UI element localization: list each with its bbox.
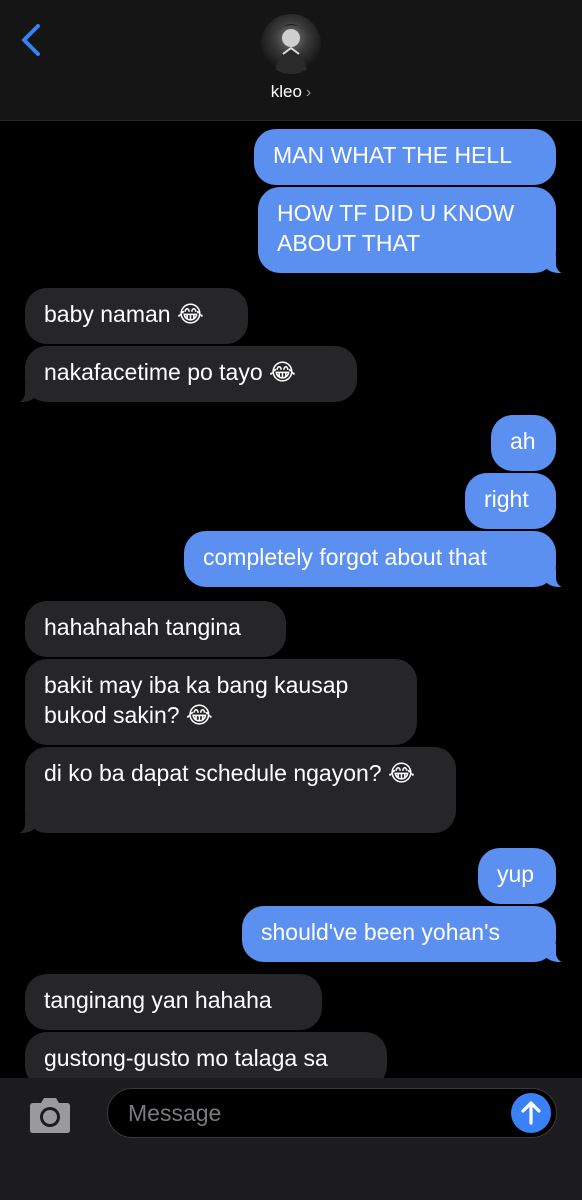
avatar[interactable] — [261, 14, 321, 74]
outgoing-message[interactable]: HOW TF DID U KNOW ABOUT THAT — [258, 187, 570, 274]
camera-icon[interactable] — [26, 1096, 74, 1136]
incoming-message[interactable]: tanginang yan hahaha — [25, 974, 322, 1030]
incoming-message[interactable]: nakafacetime po tayo 😂 — [11, 346, 357, 403]
incoming-message[interactable]: baby naman 😂 — [25, 288, 248, 344]
incoming-message[interactable]: hahahahah tangina — [25, 601, 286, 657]
incoming-message[interactable]: di ko ba dapat schedule ngayon? 😂 — [11, 747, 456, 834]
outgoing-message[interactable]: ah — [491, 415, 556, 471]
incoming-message[interactable]: bakit may iba ka bang kausap bukod sakin… — [25, 659, 417, 745]
send-arrow-icon — [521, 1101, 541, 1125]
outgoing-message[interactable]: MAN WHAT THE HELL — [254, 129, 556, 185]
send-button[interactable] — [511, 1093, 551, 1133]
contact-name-button[interactable]: kleo › — [0, 82, 582, 102]
outgoing-message[interactable]: right — [465, 473, 556, 529]
chevron-left-icon[interactable] — [16, 22, 46, 58]
incoming-message[interactable]: gustong-gusto mo talaga sa — [25, 1032, 387, 1078]
outgoing-message[interactable]: should've been yohan's — [242, 906, 570, 963]
contact-name: kleo — [270, 82, 302, 101]
composer-bar — [0, 1078, 582, 1200]
conversation-header: kleo › — [0, 0, 582, 121]
message-thread[interactable]: MAN WHAT THE HELL HOW TF DID U KNOW ABOU… — [0, 0, 582, 1078]
chevron-right-icon: › — [305, 84, 312, 101]
outgoing-message[interactable]: yup — [478, 848, 556, 904]
message-input[interactable] — [107, 1088, 557, 1138]
outgoing-message[interactable]: completely forgot about that — [184, 531, 570, 588]
